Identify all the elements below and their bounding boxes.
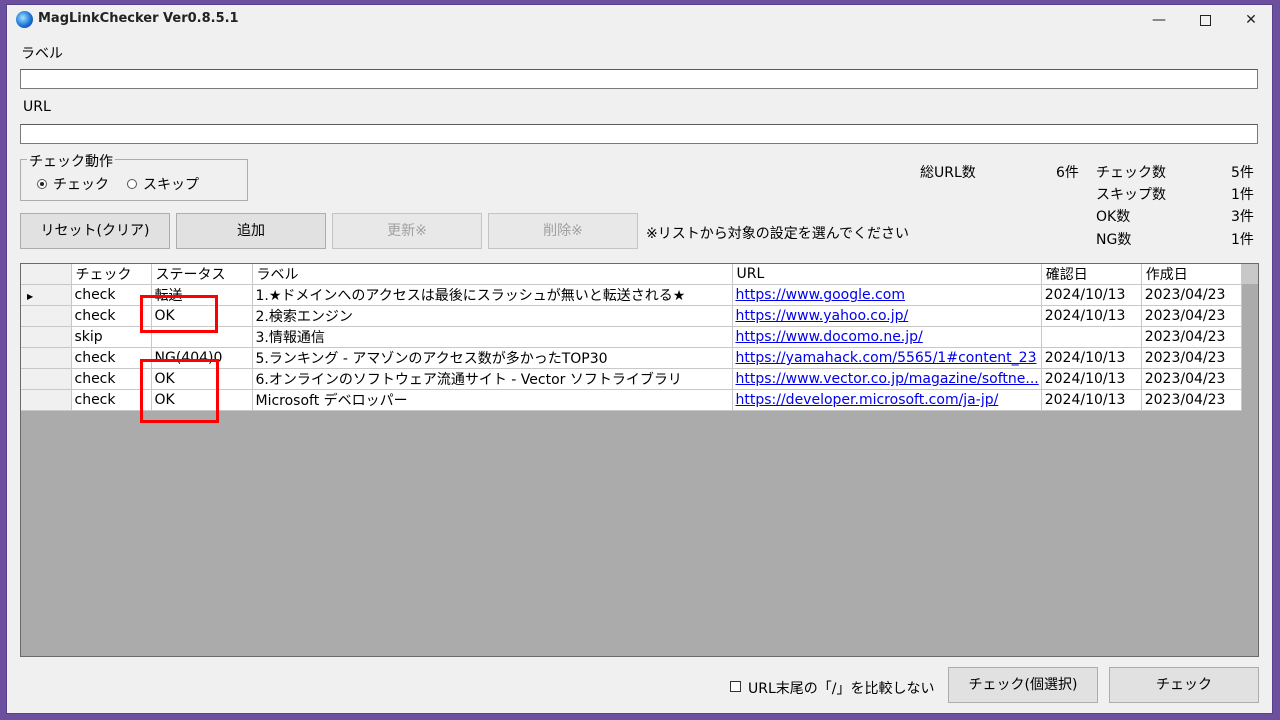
radio-skip-label: スキップ (143, 177, 199, 193)
check-button[interactable]: チェック (1109, 667, 1259, 703)
cell-check[interactable]: check (71, 389, 152, 411)
col-header-check[interactable]: チェック (71, 264, 152, 285)
cell-confirmed[interactable]: 2024/10/13 (1041, 284, 1142, 306)
cell-confirmed[interactable]: 2024/10/13 (1041, 305, 1142, 327)
cell-check[interactable]: check (71, 368, 152, 390)
cell-check[interactable]: skip (71, 326, 152, 348)
ng-count-label: NG数 (1096, 232, 1132, 248)
cell-check[interactable]: check (71, 284, 152, 306)
cell-url[interactable]: https://www.docomo.ne.jp/ (732, 326, 1042, 348)
check-action-group: チェック動作 チェック スキップ (20, 151, 248, 201)
cell-label[interactable]: 6.オンラインのソフトウェア流通サイト - Vector ソフトライブラリ (252, 368, 733, 390)
check-count-value: 5件 (1231, 165, 1254, 181)
ng-count-value: 1件 (1231, 232, 1254, 248)
cell-label[interactable]: 3.情報通信 (252, 326, 733, 348)
grid-scrollbar-stub[interactable] (1241, 264, 1258, 284)
check-selected-button[interactable]: チェック(個選択) (948, 667, 1098, 703)
col-header-url[interactable]: URL (732, 264, 1042, 285)
skip-count-label: スキップ数 (1096, 187, 1166, 203)
cell-label[interactable]: 1.★ドメインへのアクセスは最後にスラッシュが無いと転送される★ (252, 284, 733, 306)
cell-confirmed[interactable] (1041, 326, 1142, 348)
row-header[interactable] (21, 368, 72, 390)
cell-label[interactable]: 5.ランキング - アマゾンのアクセス数が多かったTOP30 (252, 347, 733, 369)
url-caption: URL (23, 99, 51, 115)
skip-count-value: 1件 (1231, 187, 1254, 203)
radio-check-label: チェック (53, 177, 109, 193)
total-url-label: 総URL数 (920, 165, 976, 181)
selection-note: ※リストから対象の設定を選んでください (646, 226, 910, 242)
cell-label[interactable]: 2.検索エンジン (252, 305, 733, 327)
check-action-title: チェック動作 (27, 151, 115, 171)
ok-count-value: 3件 (1231, 209, 1254, 225)
table-header-row: チェック ステータス ラベル URL 確認日 作成日 (21, 264, 1242, 285)
cell-url[interactable]: https://www.vector.co.jp/magazine/softne… (732, 368, 1042, 390)
highlight-box (140, 359, 219, 423)
cell-check[interactable]: check (71, 347, 152, 369)
row-header[interactable] (21, 326, 72, 348)
ok-count-label: OK数 (1096, 209, 1131, 225)
maximize-button[interactable] (1182, 5, 1228, 35)
cell-confirmed[interactable]: 2024/10/13 (1041, 389, 1142, 411)
reset-button[interactable]: リセット(クリア) (20, 213, 170, 249)
cell-url[interactable]: https://developer.microsoft.com/ja-jp/ (732, 389, 1042, 411)
cell-confirmed[interactable]: 2024/10/13 (1041, 368, 1142, 390)
total-url-value: 6件 (1056, 165, 1079, 181)
radio-check[interactable]: チェック (37, 174, 109, 194)
window-title: MagLinkChecker Ver0.8.5.1 (38, 11, 239, 26)
title-bar[interactable]: MagLinkChecker Ver0.8.5.1 — ✕ (7, 5, 1272, 35)
cell-url[interactable]: https://yamahack.com/5565/1#content_23 (732, 347, 1042, 369)
close-button[interactable]: ✕ (1228, 5, 1274, 35)
radio-unselected-icon[interactable] (127, 179, 137, 189)
maximize-icon (1199, 14, 1211, 26)
cell-created[interactable]: 2023/04/23 (1141, 389, 1242, 411)
triangle-right-icon: ▶ (27, 292, 34, 301)
update-button[interactable]: 更新※ (332, 213, 482, 249)
cell-created[interactable]: 2023/04/23 (1141, 305, 1242, 327)
row-header[interactable] (21, 389, 72, 411)
trailing-slash-label[interactable]: URL末尾の「/」を比較しない (748, 678, 935, 698)
label-caption: ラベル (21, 46, 63, 62)
trailing-slash-checkbox[interactable] (730, 681, 741, 692)
row-header[interactable]: ▶ (21, 284, 72, 306)
highlight-box (140, 295, 218, 333)
minimize-button[interactable]: — (1136, 5, 1182, 35)
cell-created[interactable]: 2023/04/23 (1141, 347, 1242, 369)
col-header-status[interactable]: ステータス (151, 264, 253, 285)
url-input[interactable] (20, 124, 1258, 144)
cell-url[interactable]: https://www.google.com (732, 284, 1042, 306)
radio-skip[interactable]: スキップ (127, 174, 199, 194)
cell-confirmed[interactable]: 2024/10/13 (1041, 347, 1142, 369)
row-header-corner (21, 264, 72, 285)
delete-button[interactable]: 削除※ (488, 213, 638, 249)
radio-selected-icon[interactable] (37, 179, 47, 189)
col-header-label[interactable]: ラベル (252, 264, 733, 285)
cell-label[interactable]: Microsoft デベロッパー (252, 389, 733, 411)
cell-created[interactable]: 2023/04/23 (1141, 326, 1242, 348)
cell-created[interactable]: 2023/04/23 (1141, 284, 1242, 306)
cell-url[interactable]: https://www.yahoo.co.jp/ (732, 305, 1042, 327)
row-header[interactable] (21, 305, 72, 327)
globe-icon (16, 11, 33, 28)
cell-check[interactable]: check (71, 305, 152, 327)
check-count-label: チェック数 (1096, 165, 1166, 181)
col-header-created[interactable]: 作成日 (1141, 264, 1242, 285)
row-header[interactable] (21, 347, 72, 369)
cell-created[interactable]: 2023/04/23 (1141, 368, 1242, 390)
add-button[interactable]: 追加 (176, 213, 326, 249)
col-header-confirmed[interactable]: 確認日 (1041, 264, 1142, 285)
main-window: MagLinkChecker Ver0.8.5.1 — ✕ ラベル URL チェ… (6, 4, 1273, 714)
label-input[interactable] (20, 69, 1258, 89)
